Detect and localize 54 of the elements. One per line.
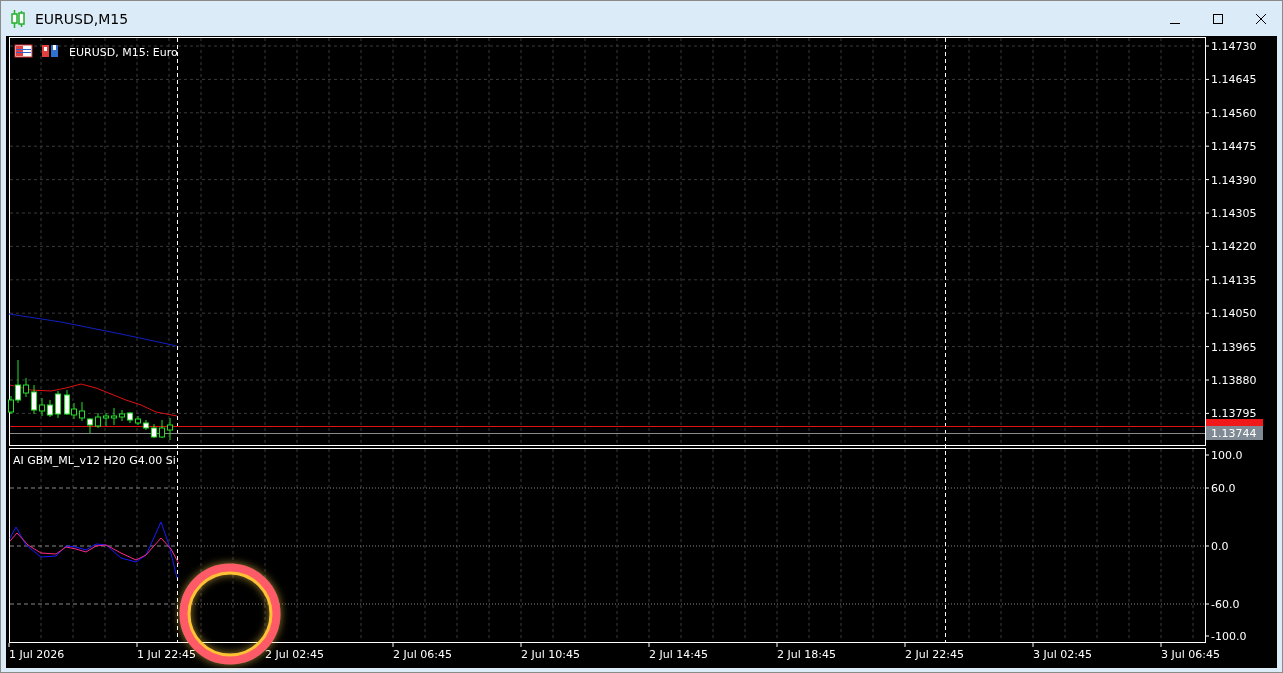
candlestick: [55, 390, 61, 419]
list-icon[interactable]: [14, 44, 33, 58]
time-axis-label: 2 Jul 02:45: [265, 648, 324, 661]
candlestick: [159, 419, 165, 439]
price-axis-label: 1.13965: [1211, 340, 1257, 354]
candlestick: [47, 399, 53, 418]
chart-symbol-label: EURUSD, M15: Euro: [69, 46, 178, 59]
candlestick: [119, 409, 125, 422]
indicator-label: AI GBM_ML_v12 H20 G4.00 Si: [13, 454, 176, 467]
indicator-axis-label: -60.0: [1211, 598, 1240, 611]
price-axis-label: 1.14135: [1211, 273, 1257, 287]
price-axis-label: 1.14475: [1211, 140, 1257, 154]
chart-icon[interactable]: [42, 45, 58, 57]
candlestick: [151, 423, 157, 439]
candlestick: [135, 415, 141, 426]
candlestick-icon: [11, 9, 25, 28]
candlestick: [143, 419, 149, 431]
time-axis-label: 2 Jul 14:45: [649, 648, 708, 661]
candlestick: [127, 411, 133, 424]
price-axis-label: 1.14730: [1211, 40, 1257, 53]
window-title: EURUSD,M15: [35, 10, 129, 27]
time-axis-label: 1 Jul 22:45: [137, 648, 196, 661]
candlestick: [167, 417, 173, 441]
candlestick: [79, 401, 85, 422]
time-axis-label: 2 Jul 18:45: [777, 648, 836, 661]
indicator-axis-label: -100.0: [1211, 630, 1247, 643]
time-axis-label: 2 Jul 06:45: [393, 648, 452, 661]
price-axis-label: 1.14560: [1211, 106, 1257, 120]
price-axis-label: 1.13795: [1211, 407, 1257, 421]
indicator-axis-label: 0.0: [1211, 540, 1229, 553]
price-axis-label: 1.14050: [1211, 307, 1257, 321]
indicator-axis-label: 100.0: [1211, 449, 1243, 462]
time-axis-label: 3 Jul 02:45: [1033, 648, 1092, 661]
time-axis-label: 1 Jul 2026: [9, 648, 65, 661]
candlestick: [95, 412, 101, 429]
minimize-icon: [1169, 23, 1180, 24]
price-axis-label: 1.14220: [1211, 240, 1257, 254]
candlestick: [111, 407, 117, 426]
candlestick: [39, 397, 45, 417]
close-icon: [1254, 12, 1267, 25]
time-axis-label: 2 Jul 10:45: [521, 648, 580, 661]
indicator-axis-label: 60.0: [1211, 482, 1236, 495]
price-tag: 1.13744: [1206, 426, 1263, 440]
candlestick: [23, 377, 29, 398]
candlestick: [87, 417, 93, 434]
candlestick: [103, 412, 109, 427]
time-axis-label: 2 Jul 22:45: [905, 648, 964, 661]
price-axis-label: 1.14645: [1211, 73, 1257, 87]
time-axis-label: 3 Jul 06:45: [1161, 648, 1220, 661]
maximize-icon: [1211, 12, 1224, 25]
price-axis-label: 1.13880: [1211, 374, 1257, 387]
candlestick: [31, 384, 37, 415]
price-axis-label: 1.14390: [1211, 173, 1257, 187]
price-axis-label: 1.14305: [1211, 207, 1257, 220]
